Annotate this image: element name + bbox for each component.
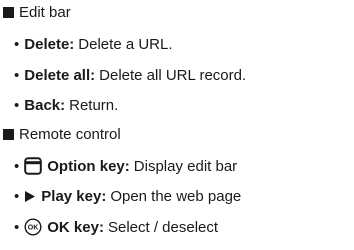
list-item-back: • Back: Return.	[14, 95, 118, 115]
square-bullet-icon	[3, 6, 14, 18]
option-key-icon	[24, 157, 43, 175]
edit-bar-heading: Edit bar	[3, 2, 71, 22]
bullet-icon: •	[14, 157, 20, 175]
desc-play-key: Open the web page	[110, 187, 242, 205]
edit-bar-heading-text: Edit bar	[19, 3, 71, 21]
list-item-delete-all: • Delete all: Delete all URL record.	[14, 65, 246, 85]
desc-ok-key: Select / deselect	[107, 218, 219, 236]
list-item-option-key: • Option key: Display edit bar	[14, 156, 237, 176]
term-delete: Delete:	[24, 35, 75, 53]
list-item-ok-key: • OK OK key: Select / deselect	[14, 217, 218, 237]
term-play-key: Play key:	[41, 187, 107, 205]
list-item-delete: • Delete: Delete a URL.	[14, 34, 173, 54]
bullet-icon: •	[14, 187, 20, 205]
bullet-icon: •	[14, 218, 20, 236]
remote-control-heading-text: Remote control	[19, 125, 121, 143]
list-item-play-key: • Play key: Open the web page	[14, 186, 241, 206]
term-delete-all: Delete all:	[24, 66, 96, 84]
bullet-icon: •	[14, 66, 20, 84]
desc-delete: Delete a URL.	[78, 35, 173, 53]
remote-control-heading: Remote control	[3, 124, 121, 144]
desc-delete-all: Delete all URL record.	[99, 66, 247, 84]
term-ok-key: OK key:	[47, 218, 104, 236]
desc-back: Return.	[69, 96, 119, 114]
term-back: Back:	[24, 96, 66, 114]
ok-key-icon: OK	[24, 218, 42, 236]
bullet-icon: •	[14, 35, 20, 53]
ok-key-icon-text: OK	[28, 225, 39, 232]
square-bullet-icon	[3, 128, 14, 140]
play-icon	[24, 190, 36, 203]
term-option-key: Option key:	[47, 157, 130, 175]
bullet-icon: •	[14, 96, 20, 114]
desc-option-key: Display edit bar	[133, 157, 238, 175]
